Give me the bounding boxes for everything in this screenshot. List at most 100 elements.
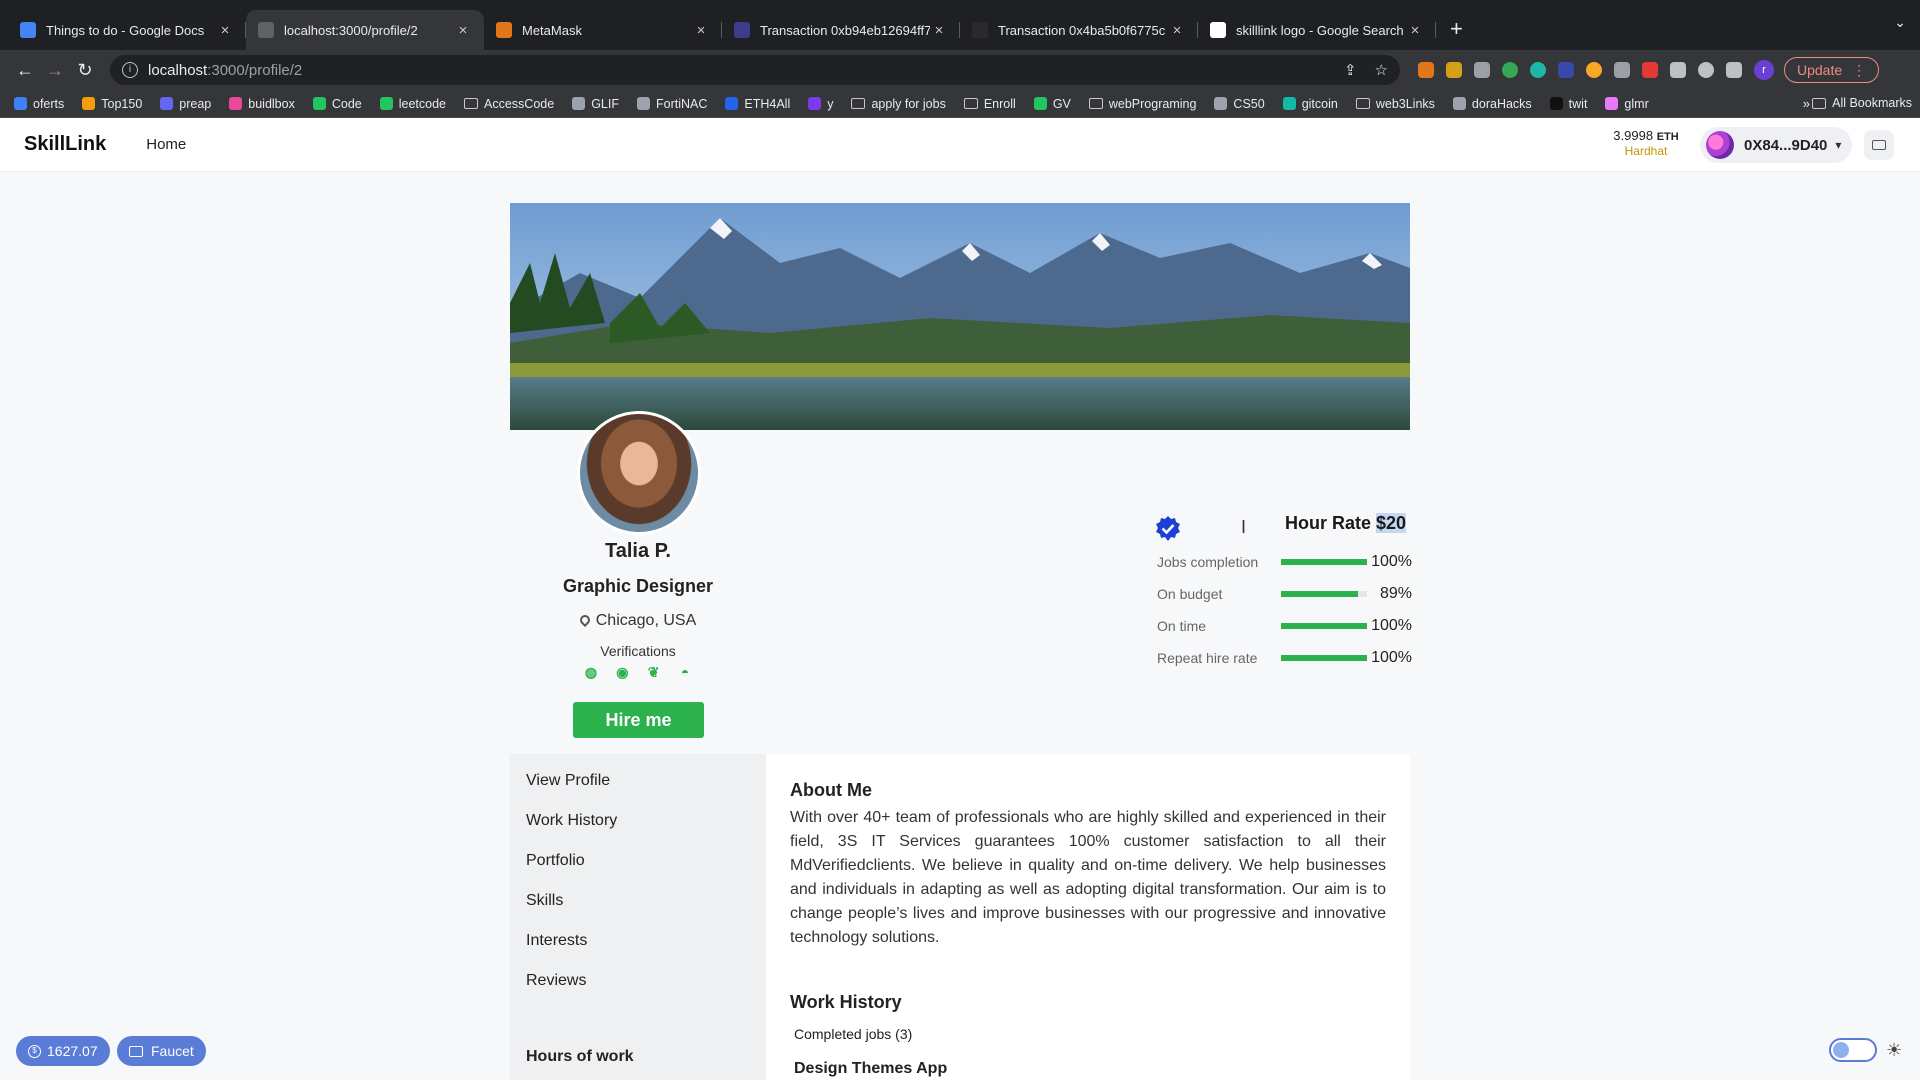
faucet-button[interactable]: Faucet	[117, 1036, 206, 1066]
points-badge[interactable]: $1627.07	[16, 1036, 110, 1066]
extension-icon[interactable]	[1614, 62, 1630, 78]
extension-icon[interactable]	[1502, 62, 1518, 78]
sync-icon[interactable]	[1698, 62, 1714, 78]
bookmark-item[interactable]: Code	[312, 97, 362, 111]
close-tab-icon[interactable]: ×	[454, 22, 472, 39]
browser-tab[interactable]: localhost:3000/profile/2 ×	[246, 10, 484, 50]
bookmark-item[interactable]: apply for jobs	[851, 96, 946, 111]
bookmark-item[interactable]: twit	[1549, 97, 1587, 111]
globe-icon[interactable]: ◍	[583, 664, 599, 680]
close-tab-icon[interactable]: ×	[1406, 22, 1424, 39]
bookmark-item[interactable]: leetcode	[379, 97, 446, 111]
bookmark-item[interactable]: Enroll	[963, 97, 1016, 111]
browser-profile-avatar[interactable]: r	[1754, 60, 1774, 80]
bookmark-item[interactable]: gitcoin	[1282, 96, 1338, 111]
puzzle-extensions-icon[interactable]	[1670, 62, 1686, 78]
side-panel-icon[interactable]	[1726, 62, 1742, 78]
all-bookmarks-button[interactable]: All Bookmarks	[1812, 96, 1912, 110]
bookmark-item[interactable]: webPrograming	[1088, 97, 1196, 111]
bookmark-label: gitcoin	[1301, 96, 1338, 111]
browser-tab[interactable]: Transaction 0xb94eb12694ff7 ×	[722, 10, 960, 50]
bookmark-item[interactable]: buidlbox	[229, 97, 295, 111]
bookmark-favicon-icon	[82, 97, 96, 110]
bookmark-item[interactable]: oferts	[14, 97, 64, 111]
browser-tab[interactable]: Transaction 0x4ba5b0f6775c ×	[960, 10, 1198, 50]
kebab-menu-icon[interactable]: ⋮	[1852, 62, 1866, 79]
bookmark-item[interactable]: GLIF	[572, 97, 619, 111]
network-name: Hardhat	[1624, 144, 1668, 158]
github-icon[interactable]: ◉	[614, 664, 630, 680]
twitter-icon[interactable]: ❦	[646, 664, 662, 680]
bookmark-label: Top150	[101, 96, 143, 111]
bookmark-favicon-icon	[636, 97, 650, 110]
sidenav-item[interactable]: Portfolio	[526, 852, 585, 870]
bookmark-item[interactable]: preap	[160, 97, 211, 111]
bookmark-item[interactable]: glmr	[1605, 97, 1649, 111]
stat-label: On budget	[1157, 586, 1223, 602]
forward-arrow-icon[interactable]: →	[40, 60, 70, 81]
bookmark-label: apply for jobs	[871, 96, 946, 111]
metamask-extension-icon[interactable]	[1418, 62, 1434, 78]
sidenav-item[interactable]: Work History	[526, 812, 617, 830]
close-tab-icon[interactable]: ×	[692, 22, 710, 39]
profile-name: Talia P.	[605, 540, 671, 562]
bookmarks-overflow-button[interactable]: »	[1803, 96, 1810, 111]
job-title[interactable]: Design Themes App	[794, 1060, 947, 1078]
sidenav-item[interactable]: Interests	[526, 932, 587, 950]
close-tab-icon[interactable]: ×	[930, 22, 948, 39]
extension-icon[interactable]	[1474, 62, 1490, 78]
pocket-extension-icon[interactable]	[1642, 62, 1658, 78]
extension-icon[interactable]	[1530, 62, 1546, 78]
profile-content: About Me With over 40+ team of professio…	[766, 754, 1410, 1080]
new-tab-button[interactable]: +	[1436, 10, 1477, 50]
back-arrow-icon[interactable]: ←	[10, 60, 40, 81]
tab-search-chevron-icon[interactable]: ⌄	[1894, 14, 1906, 31]
sidenav-item[interactable]: Skills	[526, 892, 563, 910]
discord-icon[interactable]: ◓	[677, 664, 693, 680]
browser-tab[interactable]: Things to do - Google Docs ×	[8, 10, 246, 50]
bookmark-item[interactable]: y	[808, 97, 833, 111]
bookmark-label: preap	[179, 96, 212, 111]
account-button[interactable]: 0X84...9D40 ▾	[1700, 127, 1852, 163]
browser-tab[interactable]: skilllink logo - Google Search ×	[1198, 10, 1436, 50]
bookmark-favicon-icon	[1549, 97, 1563, 110]
folder-icon	[1355, 98, 1370, 109]
bookmark-star-icon[interactable]: ☆	[1375, 61, 1388, 79]
nav-home-link[interactable]: Home	[146, 136, 186, 153]
stat-progress-bar	[1281, 591, 1367, 597]
bookmark-item[interactable]: ETH4All	[725, 97, 790, 111]
bookmark-favicon-icon	[1214, 97, 1228, 110]
bookmark-favicon-icon	[379, 97, 393, 110]
sun-icon[interactable]: ☀	[1886, 1040, 1902, 1061]
reload-icon[interactable]: ↻	[70, 60, 100, 81]
sidenav-item[interactable]: Reviews	[526, 972, 586, 990]
share-icon[interactable]: ⇪	[1344, 61, 1357, 79]
bookmark-item[interactable]: FortiNAC	[636, 97, 707, 111]
brand-logo[interactable]: SkillLink	[24, 133, 106, 156]
extension-icon[interactable]	[1586, 62, 1602, 78]
bookmark-item[interactable]: GV	[1033, 97, 1071, 111]
bookmark-item[interactable]: CS50	[1214, 97, 1265, 111]
bookmark-label: web3Links	[1375, 96, 1435, 111]
extension-icon[interactable]	[1446, 62, 1462, 78]
sidenav-item[interactable]: View Profile	[526, 772, 610, 790]
browser-update-button[interactable]: Update ⋮	[1784, 57, 1880, 83]
address-bar[interactable]: i localhost:3000/profile/2 ⇪ ☆	[110, 55, 1400, 85]
account-address: 0X84...9D40	[1744, 136, 1828, 154]
balance-amount: 3.9998	[1613, 128, 1654, 143]
close-tab-icon[interactable]: ×	[216, 22, 234, 39]
theme-toggle[interactable]	[1829, 1038, 1877, 1062]
bookmark-item[interactable]: doraHacks	[1452, 97, 1532, 111]
site-info-icon[interactable]: i	[122, 62, 138, 78]
close-tab-icon[interactable]: ×	[1168, 22, 1186, 39]
browser-toolbar: ← → ↻ i localhost:3000/profile/2 ⇪ ☆ r U…	[0, 50, 1920, 90]
bookmark-item[interactable]: AccessCode	[464, 97, 554, 111]
hire-me-button[interactable]: Hire me	[573, 702, 704, 738]
browser-tab[interactable]: MetaMask ×	[484, 10, 722, 50]
wallet-balance[interactable]: 3.9998 ETH Hardhat	[1604, 128, 1688, 158]
extension-icon[interactable]	[1558, 62, 1574, 78]
wallet-icon[interactable]	[1864, 130, 1894, 160]
bookmark-item[interactable]: Top150	[82, 97, 142, 111]
coin-icon: $	[28, 1044, 41, 1058]
bookmark-item[interactable]: web3Links	[1355, 96, 1435, 111]
